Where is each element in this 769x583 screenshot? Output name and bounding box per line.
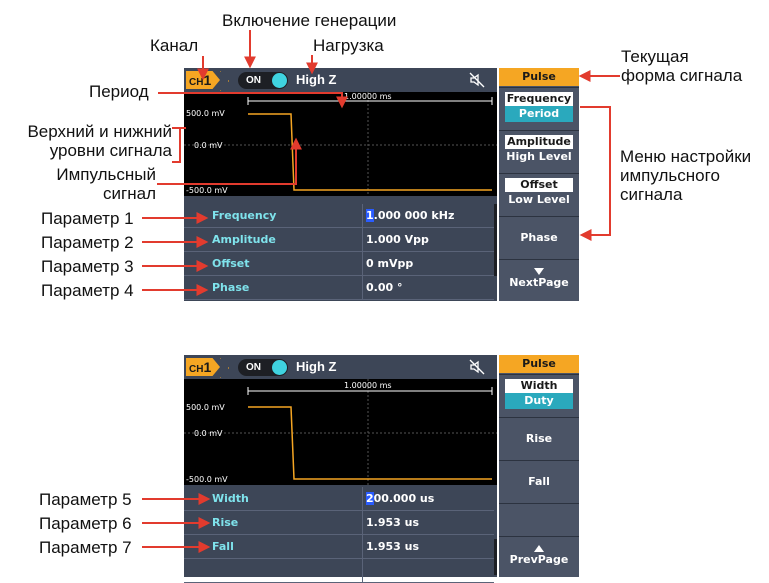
- label-current-waveform-2: форма сигнала: [621, 66, 743, 85]
- param-row-1[interactable]: Frequency 1.000 000 kHz: [184, 204, 494, 228]
- scrollbar[interactable]: [494, 539, 497, 575]
- screen-2: CH1 ON High Z 1.00000 ms 500.0 mV 0.0 mV…: [184, 355, 497, 583]
- channel-badge[interactable]: CH1: [186, 71, 220, 89]
- mute-icon: [469, 359, 485, 375]
- toggle-knob: [272, 73, 287, 88]
- param-value[interactable]: 1.000 000 kHz: [366, 204, 454, 227]
- high-level-label: 500.0 mV: [186, 403, 225, 412]
- label-menu-2: импульсного: [620, 166, 720, 185]
- label-param-3: Параметр 3: [41, 257, 134, 276]
- low-level-label: -500.0 mV: [186, 475, 228, 484]
- output-state: ON: [246, 75, 261, 86]
- label-menu-1: Меню настройки: [620, 147, 752, 166]
- mid-level-label: 0.0 mV: [194, 429, 223, 438]
- param-name: Amplitude: [212, 233, 276, 246]
- param-name: Phase: [212, 281, 250, 294]
- param-name: Offset: [212, 257, 250, 270]
- menu-empty: [499, 503, 579, 536]
- label-param-1: Параметр 1: [41, 209, 134, 228]
- chevron-down-icon: [534, 268, 544, 275]
- menu-fall[interactable]: Fall: [499, 460, 579, 503]
- channel-number: 1: [203, 72, 212, 88]
- output-toggle[interactable]: ON: [238, 359, 288, 376]
- label-channel: Канал: [150, 36, 199, 55]
- period-label: 1.00000 ms: [344, 381, 392, 390]
- label-load: Нагрузка: [313, 36, 384, 55]
- toggle-knob: [272, 360, 287, 375]
- load-indicator[interactable]: High Z: [296, 355, 336, 379]
- param-row-empty: [184, 559, 494, 583]
- menu-next-page[interactable]: NextPage: [499, 259, 579, 302]
- menu-rise[interactable]: Rise: [499, 417, 579, 460]
- label-current-waveform-1: Текущая: [621, 47, 689, 66]
- mute-icon: [469, 72, 485, 88]
- pulse-menu-2: Pulse Width Duty Rise Fall PrevPage: [499, 355, 579, 577]
- pulse-waveform: [248, 113, 492, 191]
- label-param-5: Параметр 5: [39, 490, 132, 509]
- param-value[interactable]: 1.953 us: [366, 535, 419, 558]
- param-name: Fall: [212, 540, 234, 553]
- param-name: Frequency: [212, 209, 277, 222]
- param-row-6[interactable]: Rise 1.953 us: [184, 511, 494, 535]
- param-value[interactable]: 1.953 us: [366, 511, 419, 534]
- period-label: 1.00000 ms: [344, 92, 392, 101]
- label-param-2: Параметр 2: [41, 233, 134, 252]
- param-row-4[interactable]: Phase 0.00 °: [184, 276, 494, 300]
- waveform-graph: [184, 92, 497, 196]
- load-indicator[interactable]: High Z: [296, 68, 336, 92]
- menu-title: Pulse: [499, 68, 579, 86]
- bracket-menu: [579, 106, 611, 241]
- param-row-5[interactable]: Width 200.000 us: [184, 487, 494, 511]
- status-bar: CH1 ON High Z: [184, 68, 497, 92]
- channel-arrow-icon: [220, 358, 229, 378]
- low-level-label: -500.0 mV: [186, 186, 228, 195]
- status-bar: CH1 ON High Z: [184, 355, 497, 379]
- pulse-menu-1: Pulse Frequency Period Amplitude High Leve…: [499, 68, 579, 301]
- menu-prev-page[interactable]: PrevPage: [499, 536, 579, 578]
- channel-label: CH: [189, 77, 204, 88]
- param-row-2[interactable]: Amplitude 1.000 Vpp: [184, 228, 494, 252]
- pulse-waveform: [248, 406, 492, 480]
- menu-title: Pulse: [499, 355, 579, 373]
- waveform-display: 1.00000 ms 500.0 mV 0.0 mV -500.0 mV: [184, 92, 497, 196]
- waveform-display: 1.00000 ms 500.0 mV 0.0 mV -500.0 mV: [184, 379, 497, 485]
- chevron-up-icon: [534, 545, 544, 552]
- menu-offset-low[interactable]: Offset Low Level: [499, 173, 579, 216]
- menu-amplitude-high[interactable]: Amplitude High Level: [499, 130, 579, 173]
- label-levels-1: Верхний и нижний: [27, 122, 172, 141]
- channel-arrow-icon: [220, 71, 229, 91]
- param-value[interactable]: 200.000 us: [366, 487, 434, 510]
- label-enable-output: Включение генерации: [222, 11, 397, 30]
- param-name: Rise: [212, 516, 239, 529]
- mid-level-label: 0.0 mV: [194, 141, 223, 150]
- arrow-levels: [172, 127, 181, 163]
- label-pulse-1: Импульсный: [56, 165, 156, 184]
- label-period: Период: [89, 82, 149, 101]
- param-name: Width: [212, 492, 249, 505]
- param-row-3[interactable]: Offset 0 mVpp: [184, 252, 494, 276]
- menu-width-duty[interactable]: Width Duty: [499, 374, 579, 417]
- label-pulse-2: сигнал: [103, 184, 156, 203]
- label-menu-3: сигнала: [620, 185, 683, 204]
- label-levels-2: уровни сигнала: [49, 141, 172, 160]
- menu-phase[interactable]: Phase: [499, 216, 579, 259]
- output-toggle[interactable]: ON: [238, 72, 288, 89]
- channel-label: CH: [189, 364, 204, 375]
- label-param-6: Параметр 6: [39, 514, 132, 533]
- label-param-4: Параметр 4: [41, 281, 134, 300]
- param-value[interactable]: 0.00 °: [366, 276, 402, 299]
- waveform-graph: [184, 379, 497, 485]
- label-param-7: Параметр 7: [39, 538, 132, 557]
- screen-1: CH1 ON High Z 1.00000 ms 500.0 mV 0.0 mV…: [184, 68, 497, 301]
- channel-badge[interactable]: CH1: [186, 358, 220, 376]
- param-value[interactable]: 0 mVpp: [366, 252, 413, 275]
- menu-frequency-period[interactable]: Frequency Period: [499, 87, 579, 130]
- output-state: ON: [246, 362, 261, 373]
- channel-number: 1: [203, 359, 212, 375]
- param-value[interactable]: 1.000 Vpp: [366, 228, 429, 251]
- high-level-label: 500.0 mV: [186, 109, 225, 118]
- scrollbar[interactable]: [494, 204, 497, 276]
- param-row-7[interactable]: Fall 1.953 us: [184, 535, 494, 559]
